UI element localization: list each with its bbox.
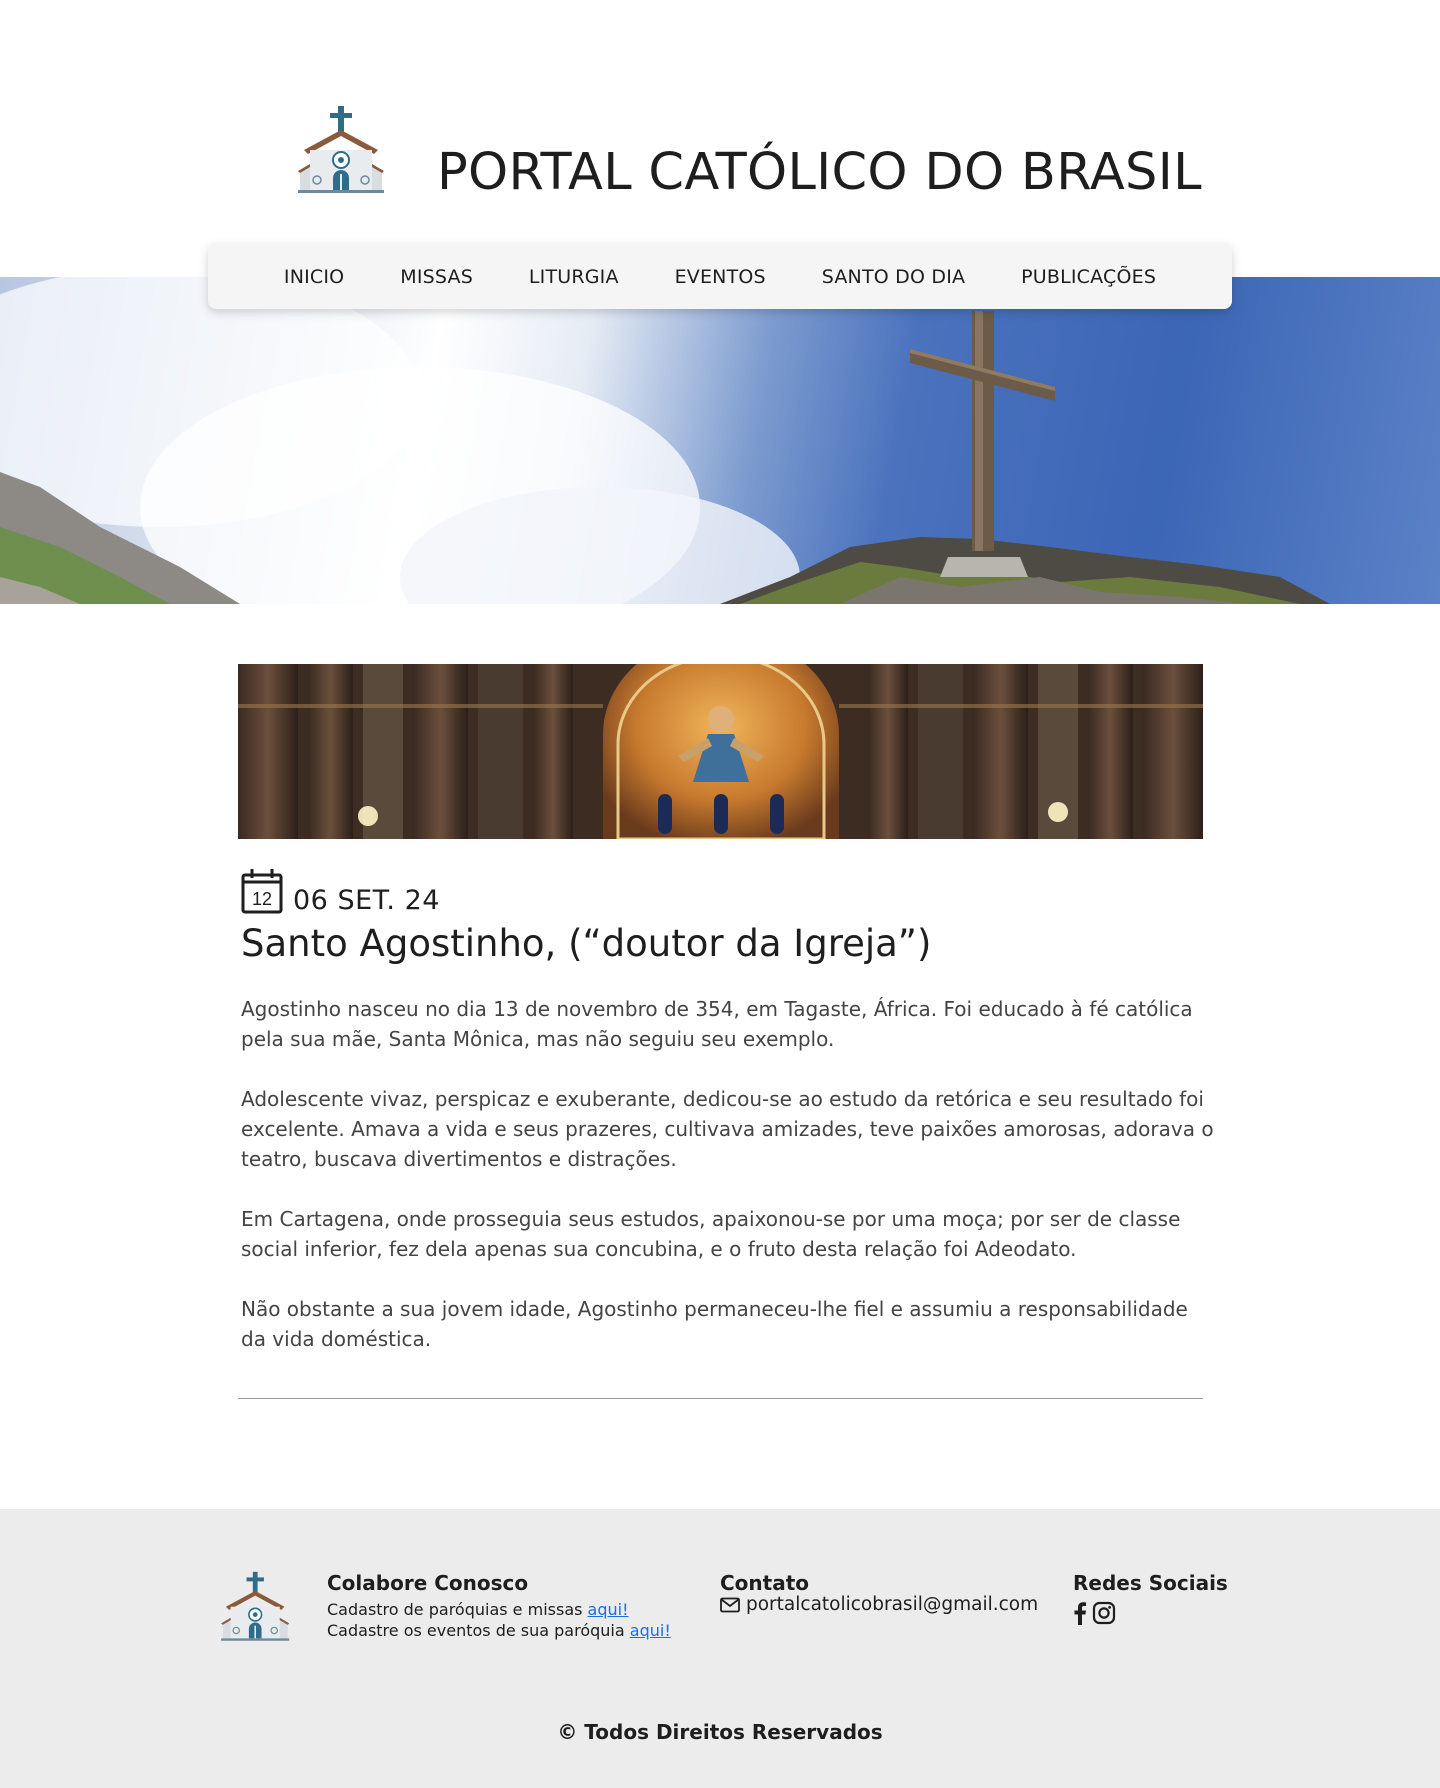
article-paragraph: Agostinho nasceu no dia 13 de novembro d…: [241, 997, 1193, 1051]
social-title: Redes Sociais: [1073, 1571, 1228, 1595]
collab-line-events: Cadastre os eventos de sua paróquia aqui…: [327, 1621, 671, 1640]
copyright: © Todos Direitos Reservados: [557, 1720, 883, 1744]
main-nav: INICIO MISSAS LITURGIA EVENTOS SANTO DO …: [208, 244, 1232, 309]
article-paragraph: Em Cartagena, onde prosseguia seus estud…: [241, 1207, 1181, 1261]
hero-landscape-image: [0, 277, 1330, 604]
contact-email-row[interactable]: portalcatolicobrasil@gmail.com: [720, 1594, 1038, 1615]
article-body: Agostinho nasceu no dia 13 de novembro d…: [241, 994, 1216, 1384]
collab-line-parishes-text: Cadastro de paróquias e missas: [327, 1600, 588, 1619]
nav-item-santo-do-dia[interactable]: SANTO DO DIA: [822, 266, 965, 288]
contact-title: Contato: [720, 1571, 810, 1595]
site-title: PORTAL CATÓLICO DO BRASIL: [437, 143, 1202, 202]
site-header: PORTAL CATÓLICO DO BRASIL: [0, 0, 1440, 277]
mail-icon: [720, 1597, 740, 1612]
social-links: [1073, 1601, 1116, 1625]
instagram-icon[interactable]: [1092, 1601, 1116, 1625]
nav-item-inicio[interactable]: INICIO: [284, 266, 344, 288]
collab-line-parishes: Cadastro de paróquias e missas aqui!: [327, 1600, 629, 1619]
calendar-day-number: 12: [252, 889, 272, 909]
church-logo-icon[interactable]: [294, 104, 390, 198]
article-title: Santo Agostinho, (“doutor da Igreja”): [241, 922, 932, 965]
article-divider: [238, 1398, 1203, 1399]
article-date-row: 12 06 SET. 24: [241, 866, 440, 914]
nav-item-liturgia[interactable]: LITURGIA: [529, 266, 619, 288]
collab-parishes-link[interactable]: aqui!: [588, 1600, 629, 1619]
calendar-icon: 12: [241, 869, 283, 914]
article-paragraph: Adolescente vivaz, perspicaz e exuberant…: [241, 1087, 1214, 1171]
site-footer: [0, 1509, 1440, 1788]
article-banner-image: [238, 664, 1203, 839]
nav-item-publicacoes[interactable]: PUBLICAÇÕES: [1021, 266, 1156, 288]
footer-church-logo-icon[interactable]: [218, 1570, 294, 1645]
nav-item-missas[interactable]: MISSAS: [400, 266, 473, 288]
collab-line-events-text: Cadastre os eventos de sua paróquia: [327, 1621, 630, 1640]
nav-item-eventos[interactable]: EVENTOS: [675, 266, 766, 288]
contact-email[interactable]: portalcatolicobrasil@gmail.com: [746, 1594, 1038, 1615]
collab-events-link[interactable]: aqui!: [630, 1621, 671, 1640]
hero-banner: [0, 277, 1440, 604]
facebook-icon[interactable]: [1073, 1601, 1087, 1625]
article-date: 06 SET. 24: [293, 885, 440, 916]
collab-title: Colabore Conosco: [327, 1571, 529, 1595]
article-paragraph: Não obstante a sua jovem idade, Agostinh…: [241, 1297, 1188, 1351]
